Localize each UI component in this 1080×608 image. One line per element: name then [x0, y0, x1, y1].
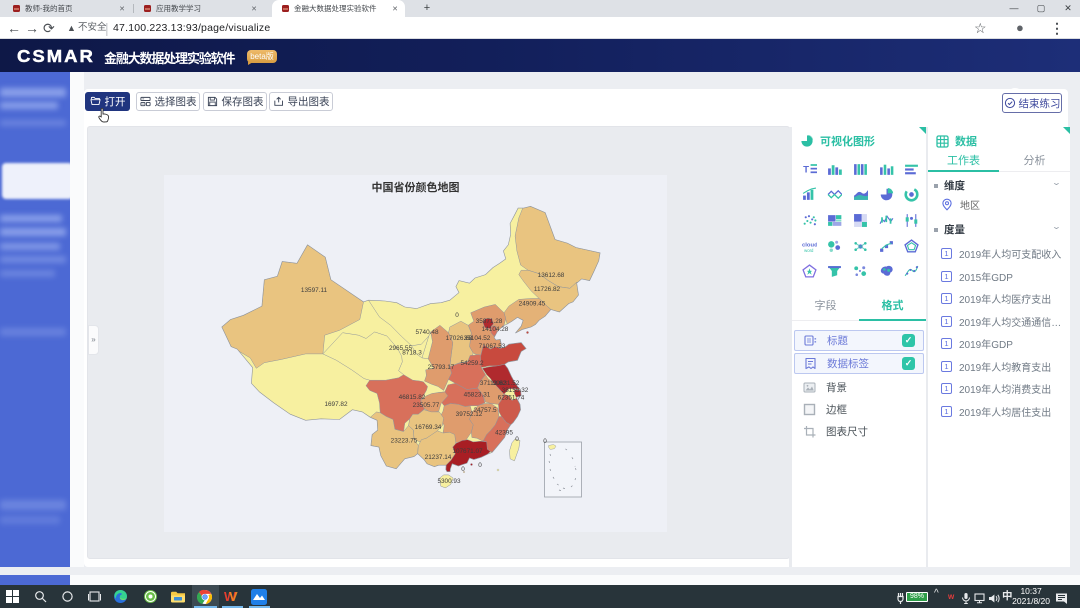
svg-text:0: 0	[455, 312, 459, 319]
svg-text:T: T	[803, 164, 809, 175]
svg-text:0: 0	[515, 436, 519, 443]
svg-text:5300.93: 5300.93	[437, 478, 461, 485]
svg-text:14104.28: 14104.28	[482, 326, 509, 333]
svg-text:8718.3: 8718.3	[402, 350, 422, 357]
svg-text:21237.14: 21237.14	[425, 454, 452, 461]
svg-text:0: 0	[543, 438, 547, 445]
svg-text:word: word	[804, 247, 814, 252]
svg-text:V: V	[229, 589, 238, 604]
svg-text:0: 0	[478, 462, 482, 469]
svg-text:71067.53: 71067.53	[479, 343, 506, 350]
svg-text:107671.07: 107671.07	[452, 448, 483, 455]
svg-text:25793.17: 25793.17	[428, 364, 455, 371]
svg-text:45823.31: 45823.31	[464, 392, 491, 399]
svg-text:99631.52: 99631.52	[493, 380, 520, 387]
svg-text:23223.75: 23223.75	[391, 438, 418, 445]
svg-text:0: 0	[461, 466, 465, 473]
svg-text:42395: 42395	[495, 430, 513, 437]
svg-text:16769.34: 16769.34	[415, 424, 442, 431]
svg-text:35104.52: 35104.52	[464, 335, 491, 342]
svg-text:13597.11: 13597.11	[301, 287, 328, 294]
svg-text:54259.2: 54259.2	[460, 360, 484, 367]
svg-text:62351.74: 62351.74	[498, 395, 525, 402]
svg-text:38155.32: 38155.32	[502, 387, 529, 394]
svg-text:13612.68: 13612.68	[538, 272, 565, 279]
svg-text:24909.45: 24909.45	[519, 301, 546, 308]
svg-text:24757.5: 24757.5	[473, 407, 497, 414]
svg-text:35871.28: 35871.28	[476, 318, 503, 325]
svg-text:5740.48: 5740.48	[415, 329, 439, 336]
svg-text:46815.82: 46815.82	[399, 394, 426, 401]
svg-text:23505.77: 23505.77	[413, 402, 440, 409]
svg-text:11726.82: 11726.82	[534, 286, 561, 293]
svg-text:1697.82: 1697.82	[324, 401, 348, 408]
